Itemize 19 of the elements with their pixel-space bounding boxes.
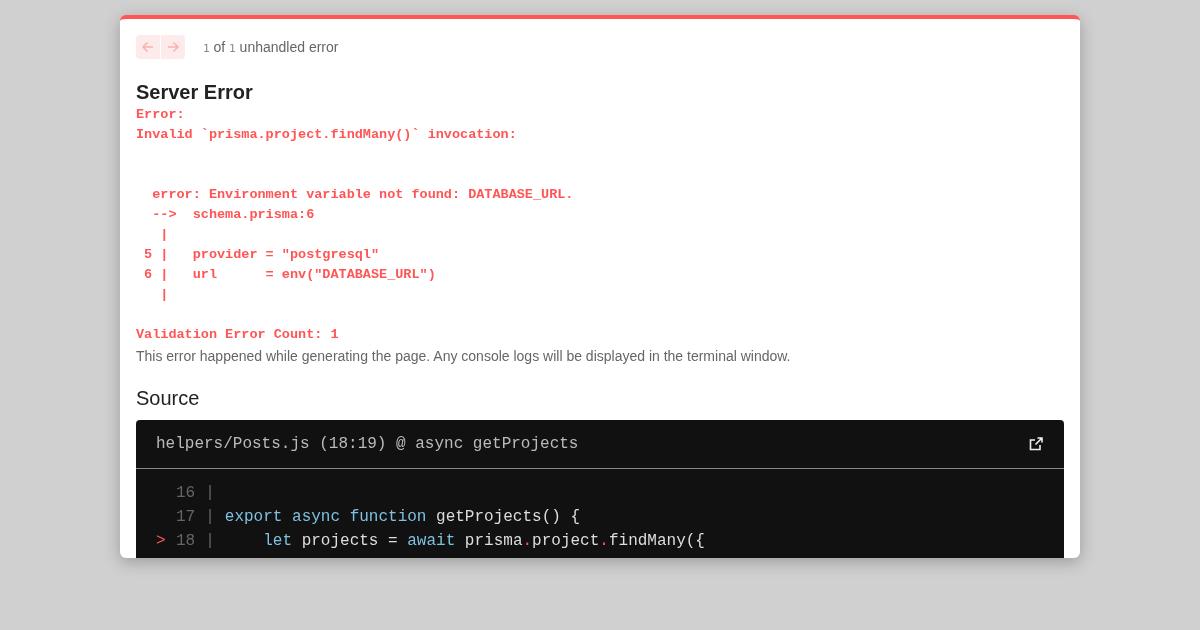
code-line: let projects = await prisma.project.findMany({ xyxy=(262,531,705,552)
note-text: This error happened while generating the page. Any console logs will be displayed in the terminal window. xyxy=(136,347,792,366)
line-number: 18 xyxy=(176,531,196,552)
dialog-title: Server Error xyxy=(136,80,254,105)
error-message: Error: Invalid `prisma.project.findMany()` invocation: error: Environment variable not found: DATABASE_URL. --> schema.prisma:6 | 5 | provider = "postgresql" 6 | url = env("DATABASE_URL") | Validation Error Count: 1 xyxy=(136,106,575,344)
gutter-separator: | xyxy=(205,483,215,504)
left-arrow-icon xyxy=(141,40,155,54)
current-line-marker: > xyxy=(156,532,166,550)
line-number: 16 xyxy=(176,483,196,504)
right-arrow-icon xyxy=(166,40,180,54)
error-counter: 1 of 1 unhandled error xyxy=(203,39,339,55)
open-in-editor-button[interactable] xyxy=(1028,436,1044,452)
code-line: export async function getProjects() { xyxy=(224,507,581,528)
gutter-separator: | xyxy=(205,507,215,528)
line-number: 17 xyxy=(176,507,196,528)
section-heading: Source xyxy=(136,387,201,410)
gutter-separator: | xyxy=(205,531,215,552)
file-location: helpers/Posts.js (18:19) @ async getProjects xyxy=(156,435,579,453)
external-link-icon xyxy=(1028,436,1044,452)
